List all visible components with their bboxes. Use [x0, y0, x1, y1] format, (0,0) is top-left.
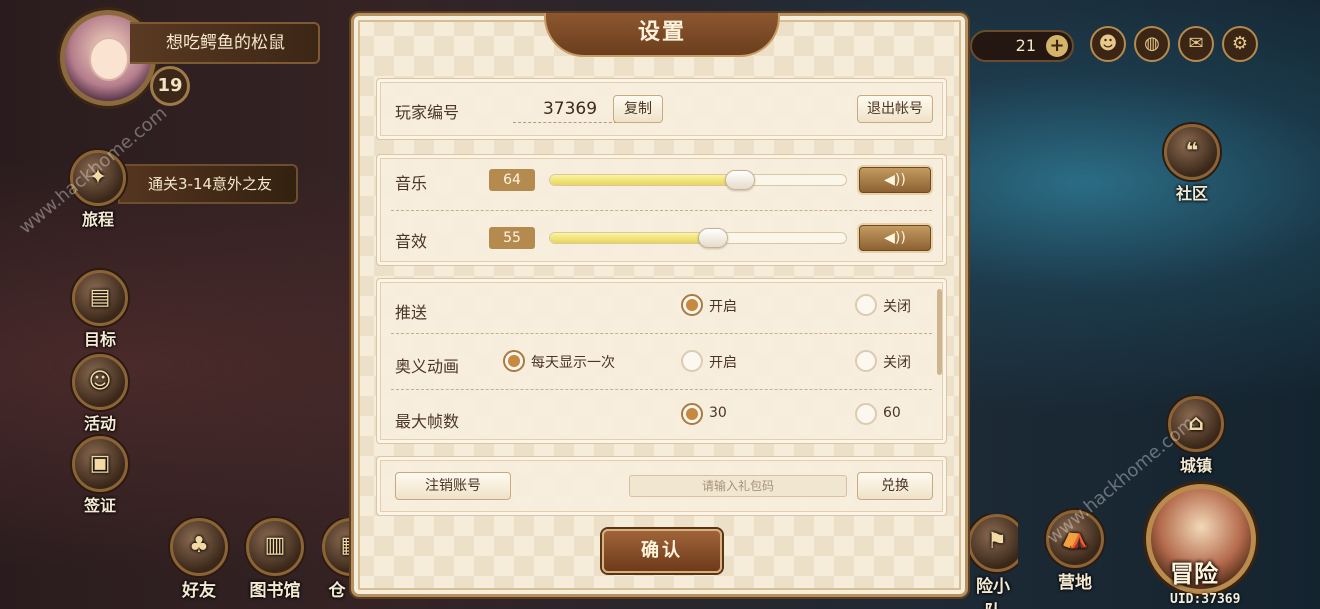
- visa-label: 签证: [83, 496, 116, 515]
- radio-dot: [855, 403, 877, 425]
- friends-icon: ♣: [170, 518, 228, 576]
- sfx-speaker-button[interactable]: ◀)): [859, 225, 931, 251]
- radio-dot: [855, 350, 877, 372]
- sfx-slider-knob[interactable]: [697, 228, 728, 248]
- library-button[interactable]: ▥ 图书馆: [246, 518, 304, 601]
- options-scrollbar[interactable]: [937, 289, 942, 375]
- radio-dot: [503, 350, 525, 372]
- music-value: 64: [489, 169, 535, 191]
- push-off-text: 关闭: [883, 299, 911, 315]
- event-character-icon: ☺: [72, 354, 128, 410]
- friends-label: 好友: [182, 581, 216, 601]
- friends-button[interactable]: ♣ 好友: [170, 518, 228, 601]
- gear-icon[interactable]: ⚙: [1222, 26, 1258, 62]
- push-label: 推送: [395, 303, 428, 322]
- volume-panel: 音乐 64 ◀)) 音效 55 ◀)): [376, 154, 947, 266]
- town-label: 城镇: [1179, 456, 1212, 475]
- anim-on-text: 开启: [709, 355, 737, 371]
- storage-label: 仓: [328, 581, 346, 601]
- radio-dot: [681, 350, 703, 372]
- music-slider-fill: [550, 175, 740, 185]
- squad-label: 险小队: [976, 577, 1010, 609]
- events-button[interactable]: ☺ 活动: [72, 354, 128, 434]
- events-label: 活动: [83, 414, 116, 433]
- chat-bubble-icon: ❝: [1164, 124, 1220, 180]
- redeem-button[interactable]: 兑换: [857, 472, 933, 500]
- anim-off-text: 关闭: [883, 355, 911, 371]
- anim-label: 奥义动画: [395, 357, 460, 376]
- copy-button[interactable]: 复制: [613, 95, 663, 123]
- goals-button[interactable]: ▤ 目标: [72, 270, 128, 350]
- music-slider[interactable]: [549, 174, 847, 186]
- visa-button[interactable]: ▣ 签证: [72, 436, 128, 516]
- currency-display: 21 +: [970, 30, 1074, 62]
- divider: [391, 389, 932, 390]
- community-label: 社区: [1175, 184, 1208, 203]
- goals-label: 目标: [83, 330, 116, 349]
- uid-label: UID:37369: [1170, 592, 1241, 607]
- mail-icon[interactable]: ✉: [1178, 26, 1214, 62]
- music-slider-knob[interactable]: [724, 170, 755, 190]
- squad-icon: ⚑: [968, 514, 1018, 572]
- storage-button[interactable]: ▦ 仓: [322, 518, 352, 601]
- radio-dot: [681, 294, 703, 316]
- music-speaker-button[interactable]: ◀)): [859, 167, 931, 193]
- music-label: 音乐: [395, 174, 428, 193]
- gift-code-input[interactable]: 请输入礼包码: [629, 475, 847, 497]
- player-name: 想吃鳄鱼的松鼠: [130, 22, 320, 64]
- book-icon: ▥: [246, 518, 304, 576]
- scroll-icon[interactable]: ◍: [1134, 26, 1170, 62]
- dialog-title: 设置: [544, 13, 780, 57]
- sfx-slider-fill: [550, 233, 713, 243]
- quest-tracker[interactable]: 通关3-14意外之友: [118, 164, 298, 204]
- divider: [391, 210, 932, 211]
- add-currency-icon[interactable]: +: [1046, 35, 1068, 57]
- sfx-label: 音效: [395, 232, 428, 251]
- speaker-icon: ◀)): [884, 230, 906, 246]
- radio-dot: [855, 294, 877, 316]
- avatar-face: [89, 37, 129, 81]
- currency-amount: 21: [1015, 36, 1036, 55]
- camp-label: 营地: [1058, 573, 1092, 593]
- library-label: 图书馆: [249, 581, 301, 601]
- confirm-button[interactable]: 确认: [602, 529, 722, 573]
- push-on-text: 开启: [709, 299, 737, 315]
- storage-icon: ▦: [322, 518, 352, 576]
- options-panel: 推送 开启 关闭 奥义动画 每天显示一次 开启 关闭 最大帧数 30 60: [376, 278, 947, 444]
- fps-60-text: 60: [883, 405, 901, 421]
- player-id-value: 37369: [513, 95, 627, 123]
- passport-icon: ▣: [72, 436, 128, 492]
- board-icon: ▤: [72, 270, 128, 326]
- adventure-label: 冒险: [1170, 560, 1218, 588]
- player-id-label: 玩家编号: [395, 103, 460, 122]
- radio-dot: [681, 403, 703, 425]
- logout-button[interactable]: 退出帐号: [857, 95, 933, 123]
- anim-daily-text: 每天显示一次: [531, 355, 615, 371]
- journey-label: 旅程: [81, 210, 114, 229]
- gift-panel: 注销账号 请输入礼包码 兑换: [376, 456, 947, 516]
- level-badge: 19: [150, 66, 190, 106]
- divider: [391, 333, 932, 334]
- cancel-account-button[interactable]: 注销账号: [395, 472, 511, 500]
- community-button[interactable]: ❝ 社区: [1164, 124, 1220, 204]
- settings-dialog: 设置 玩家编号 37369 复制 退出帐号 音乐 64 ◀)) 音效 55 ◀)…: [351, 13, 968, 597]
- sfx-value: 55: [489, 227, 535, 249]
- squad-button[interactable]: ⚑ 险小队: [968, 514, 1018, 609]
- fps-label: 最大帧数: [395, 412, 460, 431]
- speaker-icon: ◀)): [884, 172, 906, 188]
- character-icon[interactable]: ☻: [1090, 26, 1126, 62]
- fps-30-text: 30: [709, 405, 727, 421]
- account-panel: 玩家编号 37369 复制 退出帐号: [376, 78, 947, 140]
